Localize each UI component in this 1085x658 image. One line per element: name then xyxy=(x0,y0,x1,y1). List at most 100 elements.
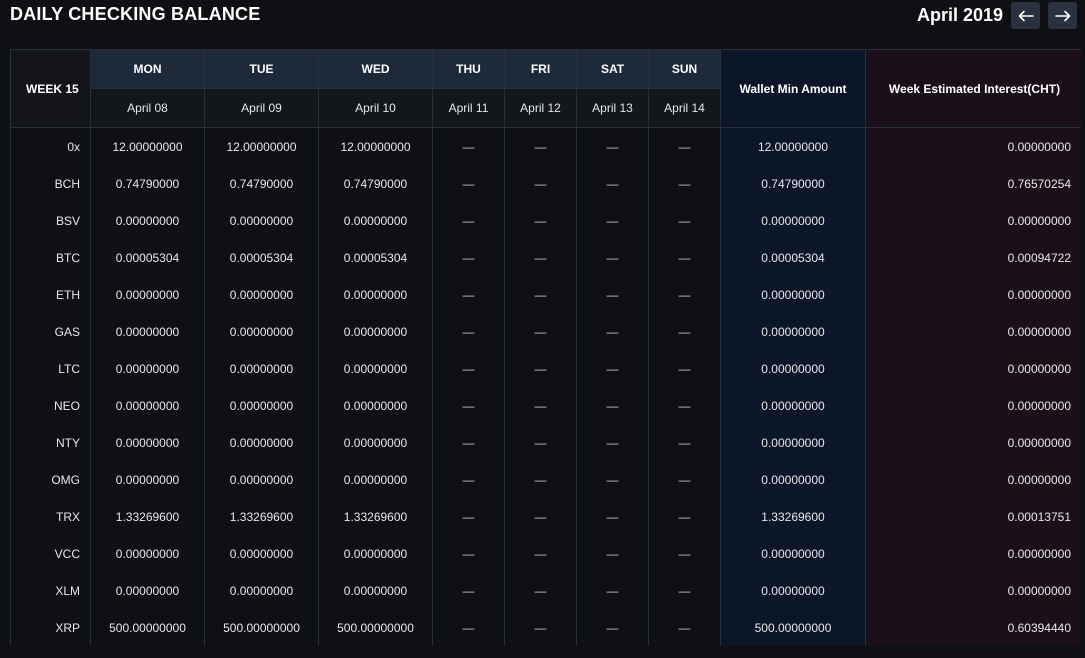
wallet-min-amount-cell: 12.00000000 xyxy=(720,127,866,165)
daily-balance-cell: — xyxy=(648,239,721,276)
daily-balance-cell: 0.00000000 xyxy=(90,202,205,239)
daily-balance-cell: — xyxy=(504,239,577,276)
week-interest-cell: 0.00000000 xyxy=(865,572,1081,609)
daily-balance-cell: — xyxy=(504,424,577,461)
day-date-tue: April 09 xyxy=(204,88,319,128)
daily-balance-cell: — xyxy=(576,276,649,313)
daily-balance-cell: 0.00000000 xyxy=(90,535,205,572)
daily-balance-cell: — xyxy=(648,609,721,646)
daily-balance-cell: 0.00000000 xyxy=(90,276,205,313)
daily-balance-cell: — xyxy=(432,202,505,239)
table-row: XRP 500.00000000 500.00000000 500.00000000—… xyxy=(10,609,1081,646)
daily-balance-cell: 0.00000000 xyxy=(204,350,319,387)
table-row: BCH 0.74790000 0.74790000 0.74790000— — — —0.7… xyxy=(10,165,1081,202)
wallet-min-amount-cell: 0.00000000 xyxy=(720,572,866,609)
table-row: NTY 0.00000000 0.00000000 0.00000000— — — —0.0… xyxy=(10,424,1081,461)
week-interest-cell: 0.00000000 xyxy=(865,313,1081,350)
daily-balance-cell: — xyxy=(576,609,649,646)
daily-balance-cell: 0.00000000 xyxy=(318,572,433,609)
daily-balance-cell: — xyxy=(504,535,577,572)
daily-balance-cell: 0.74790000 xyxy=(90,165,205,202)
currency-symbol: BCH xyxy=(10,165,91,202)
table-row: 0x 12.00000000 12.00000000 12.00000000— — — —1… xyxy=(10,127,1081,165)
daily-balance-cell: 500.00000000 xyxy=(204,609,319,646)
daily-balance-cell: — xyxy=(504,202,577,239)
daily-balance-cell: 0.74790000 xyxy=(204,165,319,202)
daily-balance-cell: — xyxy=(432,424,505,461)
day-date-fri: April 12 xyxy=(504,88,577,128)
week-interest-cell: 0.00000000 xyxy=(865,276,1081,313)
wallet-min-amount-cell: 0.00000000 xyxy=(720,350,866,387)
daily-balance-cell: 0.00000000 xyxy=(90,572,205,609)
daily-balance-cell: — xyxy=(432,276,505,313)
daily-balance-cell: 0.00000000 xyxy=(318,535,433,572)
week-interest-cell: 0.00000000 xyxy=(865,202,1081,239)
daily-balance-cell: — xyxy=(504,276,577,313)
currency-symbol: GAS xyxy=(10,313,91,350)
wallet-min-amount-cell: 0.00000000 xyxy=(720,202,866,239)
day-date-thu: April 11 xyxy=(432,88,505,128)
wallet-min-amount-cell: 0.00000000 xyxy=(720,461,866,498)
day-header-thu: THU xyxy=(432,49,505,89)
wallet-min-amount-cell: 1.33269600 xyxy=(720,498,866,535)
daily-balance-cell: 0.00000000 xyxy=(204,202,319,239)
currency-symbol: NTY xyxy=(10,424,91,461)
daily-balance-cell: 0.00005304 xyxy=(318,239,433,276)
currency-symbol: BSV xyxy=(10,202,91,239)
daily-balance-cell: — xyxy=(504,572,577,609)
daily-balance-cell: — xyxy=(432,165,505,202)
daily-balance-cell: — xyxy=(648,202,721,239)
daily-balance-cell: — xyxy=(648,424,721,461)
currency-symbol: 0x xyxy=(10,127,91,165)
currency-symbol: TRX xyxy=(10,498,91,535)
daily-balance-cell: 0.00000000 xyxy=(318,424,433,461)
balance-table: WEEK 15 MON TUE WED THU FRI SAT SUN Wall… xyxy=(10,49,1081,646)
daily-balance-cell: 0.00000000 xyxy=(204,387,319,424)
daily-balance-cell: 0.00000000 xyxy=(204,276,319,313)
day-header-mon: MON xyxy=(90,49,205,89)
daily-balance-cell: 0.00000000 xyxy=(90,387,205,424)
wallet-min-amount-cell: 0.00000000 xyxy=(720,313,866,350)
day-header-wed: WED xyxy=(318,49,433,89)
daily-balance-cell: 0.00000000 xyxy=(204,424,319,461)
daily-balance-cell: — xyxy=(576,127,649,165)
currency-symbol: NEO xyxy=(10,387,91,424)
table-row: VCC 0.00000000 0.00000000 0.00000000— — — —0.0… xyxy=(10,535,1081,572)
week-estimated-interest-header: Week Estimated Interest(CHT) xyxy=(865,49,1081,128)
daily-balance-cell: — xyxy=(432,498,505,535)
daily-balance-cell: 0.00000000 xyxy=(90,461,205,498)
week-interest-cell: 0.76570254 xyxy=(865,165,1081,202)
daily-balance-cell: — xyxy=(576,424,649,461)
arrow-right-icon xyxy=(1054,10,1070,21)
daily-balance-cell: — xyxy=(432,461,505,498)
daily-balance-cell: 0.00000000 xyxy=(318,313,433,350)
week-interest-cell: 0.60394440 xyxy=(865,609,1081,646)
week-interest-cell: 0.00000000 xyxy=(865,127,1081,165)
day-date-mon: April 08 xyxy=(90,88,205,128)
day-header-fri: FRI xyxy=(504,49,577,89)
daily-balance-cell: — xyxy=(504,313,577,350)
daily-balance-cell: — xyxy=(648,165,721,202)
previous-month-button[interactable] xyxy=(1011,2,1040,29)
currency-symbol: VCC xyxy=(10,535,91,572)
currency-symbol: ETH xyxy=(10,276,91,313)
daily-balance-cell: 0.00000000 xyxy=(318,350,433,387)
week-interest-cell: 0.00000000 xyxy=(865,535,1081,572)
arrow-left-icon xyxy=(1018,10,1034,21)
daily-balance-cell: — xyxy=(576,461,649,498)
table-row: TRX 1.33269600 1.33269600 1.33269600— — — —1.3… xyxy=(10,498,1081,535)
daily-balance-cell: — xyxy=(432,239,505,276)
daily-balance-cell: 0.00000000 xyxy=(318,202,433,239)
daily-balance-cell: — xyxy=(504,498,577,535)
daily-balance-cell: 0.00000000 xyxy=(318,276,433,313)
daily-balance-cell: — xyxy=(648,498,721,535)
daily-balance-cell: — xyxy=(648,461,721,498)
daily-balance-cell: — xyxy=(648,350,721,387)
next-month-button[interactable] xyxy=(1048,2,1077,29)
week-interest-cell: 0.00000000 xyxy=(865,424,1081,461)
daily-balance-cell: 0.00000000 xyxy=(204,572,319,609)
day-date-sat: April 13 xyxy=(576,88,649,128)
daily-balance-cell: — xyxy=(504,350,577,387)
wallet-min-amount-cell: 500.00000000 xyxy=(720,609,866,646)
daily-balance-cell: 1.33269600 xyxy=(90,498,205,535)
